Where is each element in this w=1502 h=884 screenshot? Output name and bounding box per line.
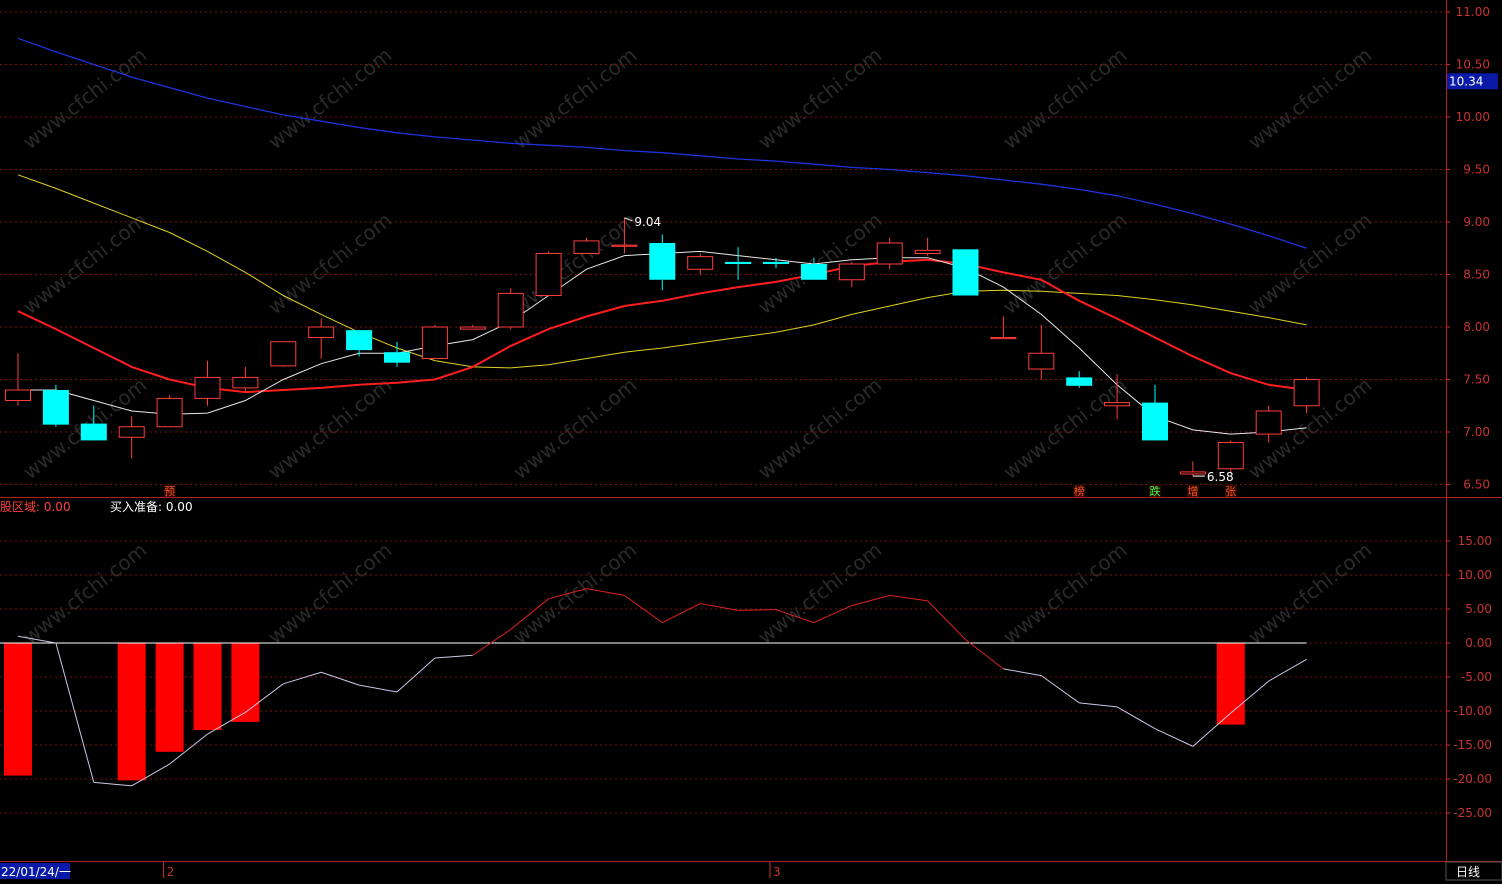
y-tick-label: 9.00 [1463,215,1490,229]
indicator-bar [4,643,32,776]
signal-marker: 榜 [1074,484,1085,498]
candle[interactable] [421,324,448,359]
y-tick-label: -25.00 [1453,806,1492,820]
cursor-date-label: 22/01/24/一 [1,865,71,879]
date-axis-bg [0,862,1502,884]
candle-body[interactable] [1028,352,1055,370]
candle-body[interactable] [1142,402,1168,441]
candle-body[interactable] [232,376,259,389]
y-tick-label: 8.00 [1463,320,1490,334]
candle[interactable] [42,384,69,427]
y-tick-label: 5.00 [1465,602,1492,616]
candle-body[interactable] [80,423,107,441]
candle-body[interactable] [876,242,903,265]
indicator-line-segment [738,609,777,611]
candle[interactable] [1217,440,1244,472]
candle-body[interactable] [952,249,979,296]
indicator-bar [155,643,184,752]
candle[interactable] [497,288,524,330]
candle-body[interactable] [800,264,827,280]
candle-body[interactable] [1066,377,1093,386]
candle-body[interactable] [535,253,562,296]
y-tick-label: -10.00 [1453,704,1492,718]
y-tick-label: 0.00 [1465,636,1492,650]
period-label[interactable]: 日线 [1456,865,1480,879]
stock-chart[interactable]: www.cfchi.com www.cfchi.com www.cfchi.com w… [0,0,1502,884]
candle-body[interactable] [497,292,524,328]
y-tick-label: 7.00 [1463,425,1490,439]
indicator-bar [231,643,260,722]
candle-body[interactable] [687,256,714,270]
y-tick-label: 6.50 [1463,478,1490,492]
candle[interactable] [156,395,183,428]
candle[interactable] [270,341,297,367]
candle[interactable] [952,249,979,296]
signal-marker: 张 [1225,485,1236,498]
candle-body[interactable] [725,261,752,264]
candle[interactable] [535,251,562,296]
candle-body[interactable] [459,326,486,330]
candle-body[interactable] [118,426,145,438]
current-price-label: 10.34 [1449,74,1483,88]
high-price-annotation: 9.04 [634,215,661,229]
indicator-bar [193,643,222,731]
candle-body[interactable] [573,240,600,254]
candle-body[interactable] [194,376,221,399]
date-label: 2 [167,865,175,879]
y-tick-label: 7.50 [1463,373,1490,387]
date-axis: 22/01/24/一 2 3 日线 [0,861,1502,884]
candle-body[interactable] [649,243,676,280]
candle-body[interactable] [990,337,1017,340]
candle-body[interactable] [384,352,410,363]
y-tick-label: 15.00 [1458,534,1492,548]
candle-body[interactable] [308,326,335,338]
candle-body[interactable] [838,263,865,281]
candle-body[interactable] [42,390,69,425]
legend-buy-ready: 买入准备: 0.00 [110,500,193,514]
signal-marker: 跌 [1150,484,1161,498]
candle-body[interactable] [914,249,941,255]
candle-body[interactable] [270,341,297,367]
y-tick-label: 10.00 [1456,110,1490,124]
signal-marker: 预 [164,485,175,498]
y-tick-label: 9.50 [1463,163,1490,177]
candle-body[interactable] [1104,402,1131,407]
signal-marker: 增 [1187,484,1198,498]
y-tick-label: 11.00 [1456,5,1490,19]
y-tick-label: 8.50 [1463,268,1490,282]
date-label: 3 [773,865,781,879]
candle-body[interactable] [5,389,31,401]
low-price-annotation: 6.58 [1207,470,1234,484]
indicator-bar [1216,643,1245,725]
y-tick-label: 10.00 [1458,568,1492,582]
candle-body[interactable] [611,244,638,247]
candle-body[interactable] [1179,471,1206,475]
y-tick-label: -15.00 [1453,738,1492,752]
legend-holding-zone: 持股区域: 0.00 [0,499,71,514]
candle-body[interactable] [156,397,183,428]
y-tick-label: -20.00 [1453,772,1492,786]
candle-body[interactable] [1217,442,1244,470]
y-tick-label: -5.00 [1461,670,1492,684]
candle-body[interactable] [763,261,789,264]
candle-body[interactable] [1293,379,1320,407]
candle-body[interactable] [421,326,448,359]
candle-body[interactable] [346,330,373,351]
y-tick-label: 10.50 [1456,58,1490,72]
candle-body[interactable] [1255,410,1282,435]
indicator-bar [117,643,146,781]
